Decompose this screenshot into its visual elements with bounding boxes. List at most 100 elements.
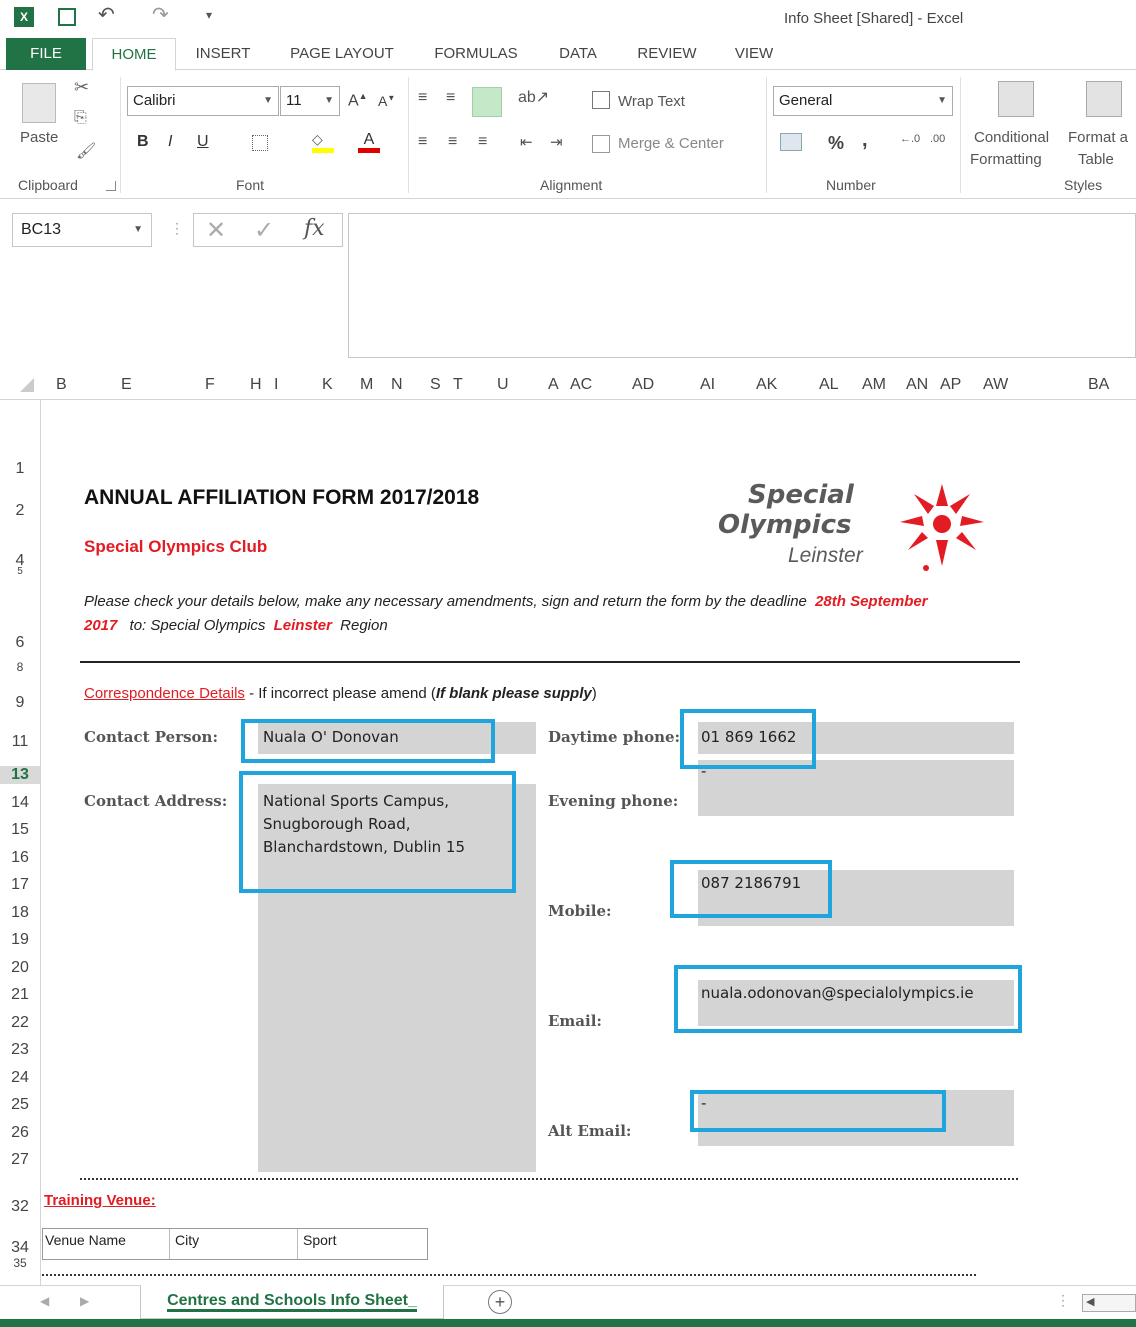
col-header[interactable]: AW (983, 376, 1008, 394)
col-header[interactable]: S (430, 376, 441, 394)
col-header[interactable]: B (56, 376, 67, 394)
italic-button[interactable]: I (168, 133, 172, 151)
shrink-font-icon[interactable]: A▼ (378, 93, 395, 109)
col-header[interactable]: T (453, 376, 463, 394)
col-header[interactable]: M (360, 376, 373, 394)
increase-decimal-icon[interactable]: ←.0 (900, 133, 920, 145)
row-header[interactable]: 19 (0, 931, 40, 949)
row-header[interactable]: 21 (0, 986, 40, 1004)
tab-home[interactable]: HOME (92, 38, 176, 71)
row-header[interactable]: 8 (0, 660, 40, 674)
sheet-tab-active[interactable]: Centres and Schools Info Sheet_ (140, 1285, 444, 1319)
col-header[interactable]: AD (632, 376, 654, 394)
col-header[interactable]: AK (756, 376, 777, 394)
borders-icon[interactable] (252, 135, 268, 151)
scroll-left-icon[interactable]: ◀ (1086, 1295, 1094, 1308)
orientation-icon[interactable]: ab↗ (518, 87, 549, 107)
align-center-icon[interactable]: ≡ (448, 133, 457, 151)
format-as-table-button[interactable]: Format a (1068, 129, 1128, 146)
enter-icon[interactable]: ✓ (254, 216, 274, 245)
tab-view[interactable]: VIEW (726, 38, 782, 70)
row-header[interactable]: 24 (0, 1069, 40, 1087)
tab-formulas[interactable]: FORMULAS (428, 38, 524, 70)
scroll-tabs-left-icon[interactable]: ◀ (40, 1294, 49, 1308)
col-header[interactable]: AP (940, 376, 961, 394)
col-header[interactable]: AM (862, 376, 886, 394)
undo-icon[interactable]: ↶ (98, 2, 115, 27)
row-header[interactable]: 23 (0, 1041, 40, 1059)
font-color-icon[interactable]: A (358, 131, 380, 153)
paste-icon[interactable] (22, 83, 56, 123)
number-format-dropdown[interactable]: General ▼ (773, 86, 953, 116)
horizontal-scrollbar[interactable]: ◀ (1082, 1294, 1136, 1312)
row-header[interactable]: 11 (0, 733, 40, 751)
row-header[interactable]: 9 (0, 694, 40, 712)
font-name-dropdown[interactable]: Calibri ▼ (127, 86, 279, 116)
decrease-indent-icon[interactable]: ⇤ (520, 133, 533, 151)
row-header[interactable]: 14 (0, 794, 40, 812)
cut-icon[interactable]: ✂ (74, 77, 89, 98)
col-header[interactable]: AC (570, 376, 592, 394)
col-header[interactable]: AN (906, 376, 928, 394)
col-header[interactable]: A (548, 376, 559, 394)
row-header[interactable]: 2 (0, 502, 40, 520)
row-header[interactable]: 18 (0, 904, 40, 922)
tab-page-layout[interactable]: PAGE LAYOUT (282, 38, 402, 70)
save-icon[interactable] (58, 8, 76, 26)
tab-insert[interactable]: INSERT (188, 38, 258, 70)
row-header[interactable]: 34 (0, 1239, 40, 1257)
underline-button[interactable]: U (197, 133, 209, 151)
col-header[interactable]: F (205, 376, 215, 394)
add-sheet-icon[interactable]: + (488, 1290, 512, 1314)
col-header[interactable]: K (322, 376, 333, 394)
align-right-icon[interactable]: ≡ (478, 133, 487, 151)
col-header[interactable]: AI (700, 376, 715, 394)
grow-font-icon[interactable]: A▲ (348, 91, 368, 110)
align-bottom-icon[interactable] (472, 87, 502, 117)
row-header[interactable]: 35 (0, 1256, 40, 1270)
row-header[interactable]: 25 (0, 1096, 40, 1114)
format-painter-icon[interactable]: 🖌 (76, 141, 96, 161)
row-header[interactable]: 15 (0, 821, 40, 839)
conditional-formatting-icon[interactable] (998, 81, 1034, 117)
formula-input[interactable] (348, 213, 1136, 358)
col-header[interactable]: I (274, 376, 278, 394)
row-header[interactable]: 1 (0, 460, 40, 478)
col-header[interactable]: BA (1088, 376, 1109, 394)
scroll-tabs-right-icon[interactable]: ▶ (80, 1294, 89, 1308)
row-header[interactable]: 16 (0, 849, 40, 867)
copy-icon[interactable]: ⎘ (74, 109, 87, 127)
col-header[interactable]: E (121, 376, 132, 394)
row-header[interactable]: 6 (0, 634, 40, 652)
col-header[interactable]: AL (819, 376, 839, 394)
row-header-selected[interactable]: 13 (0, 766, 40, 784)
paste-button[interactable]: Paste (20, 129, 58, 146)
percent-button[interactable]: % (828, 133, 844, 154)
row-header[interactable]: 27 (0, 1151, 40, 1169)
align-top-icon[interactable]: ≡ (418, 89, 427, 107)
merge-center-button[interactable]: Merge & Center (618, 135, 724, 152)
col-header[interactable]: U (497, 376, 509, 394)
col-header[interactable]: H (250, 376, 262, 394)
align-middle-icon[interactable]: ≡ (446, 89, 455, 107)
row-header[interactable]: 22 (0, 1014, 40, 1032)
align-left-icon[interactable]: ≡ (418, 133, 427, 151)
customize-qat-icon[interactable]: ▾ (206, 8, 212, 22)
tab-review[interactable]: REVIEW (632, 38, 702, 70)
clipboard-launcher-icon[interactable] (106, 181, 116, 191)
decrease-decimal-icon[interactable]: .00 (930, 133, 945, 145)
tab-split-grip-icon[interactable]: ⋮ (1056, 1292, 1070, 1309)
cancel-icon[interactable]: ✕ (206, 216, 226, 245)
row-header[interactable]: 32 (0, 1198, 40, 1216)
font-size-dropdown[interactable]: 11 ▼ (280, 86, 340, 116)
insert-function-button[interactable]: fx (304, 216, 325, 241)
format-as-table-icon[interactable] (1086, 81, 1122, 117)
accounting-format-icon[interactable] (780, 133, 802, 151)
row-header[interactable]: 5 (0, 566, 40, 577)
row-header[interactable]: 26 (0, 1124, 40, 1142)
tab-file[interactable]: FILE (6, 38, 86, 70)
col-header[interactable]: N (391, 376, 403, 394)
wrap-text-button[interactable]: Wrap Text (618, 93, 685, 110)
select-all-corner[interactable] (20, 378, 34, 392)
name-box[interactable]: BC13 ▼ (12, 213, 152, 247)
